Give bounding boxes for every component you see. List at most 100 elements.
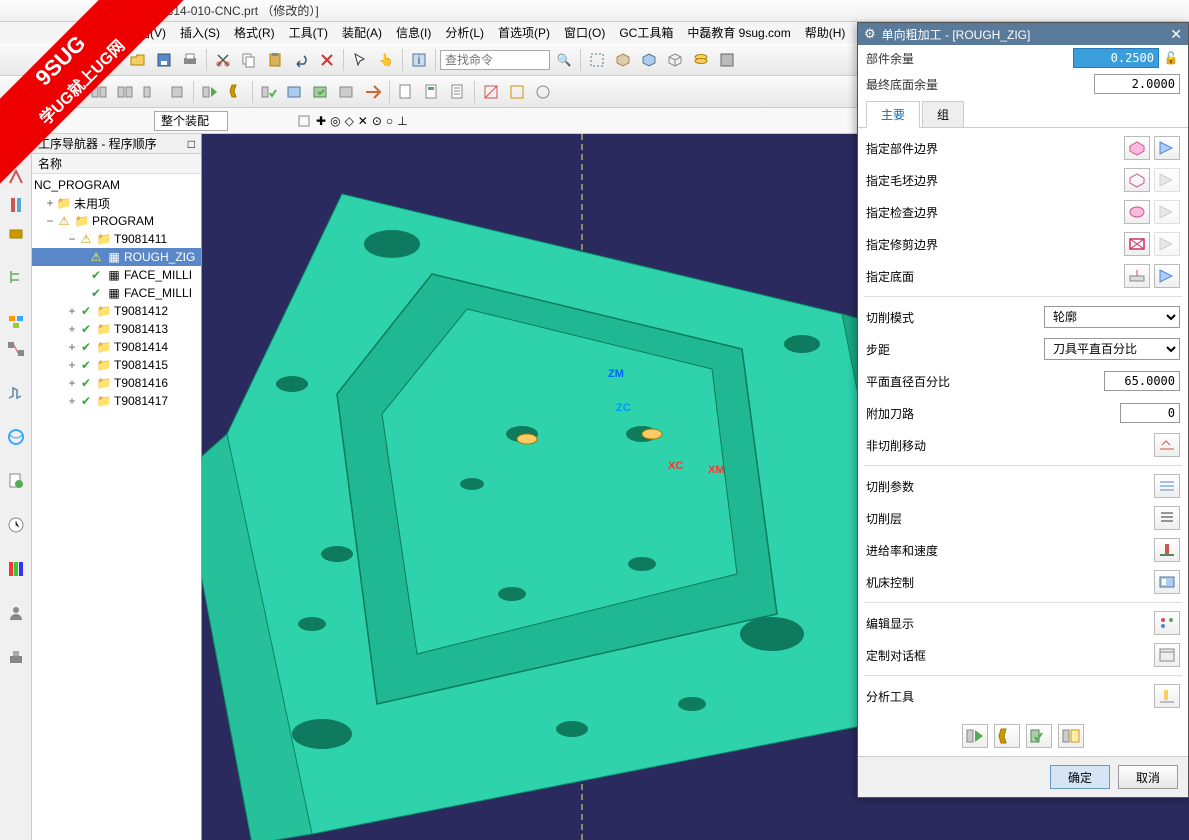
output-icon[interactable] (361, 80, 385, 104)
snap-tan-icon[interactable]: ○ (386, 114, 393, 128)
ipr-icon[interactable] (420, 80, 444, 104)
wireframe-icon[interactable] (663, 48, 687, 72)
new-icon[interactable] (100, 48, 124, 72)
cube-icon[interactable] (637, 48, 661, 72)
open-icon[interactable] (126, 48, 150, 72)
replay-icon[interactable] (283, 80, 307, 104)
nav-assembly-icon[interactable] (5, 310, 27, 332)
fit-icon[interactable] (585, 48, 609, 72)
cam-program-icon[interactable] (2, 80, 26, 104)
spec-trim-show-icon[interactable] (1154, 232, 1180, 256)
generate-path-icon[interactable] (962, 724, 988, 748)
spec-blank-select-icon[interactable] (1124, 168, 1150, 192)
tree-t1[interactable]: −⚠📁T9081411 (32, 230, 201, 248)
nav-clock-icon[interactable] (5, 514, 27, 536)
edit-disp-icon[interactable] (1154, 611, 1180, 635)
copy-icon[interactable] (237, 48, 261, 72)
snap-quad-icon[interactable]: ◇ (345, 114, 354, 128)
tab-group[interactable]: 组 (922, 101, 964, 127)
spec-trim-select-icon[interactable] (1124, 232, 1150, 256)
nav-tree-icon[interactable] (5, 266, 27, 288)
nav-part-icon[interactable] (5, 138, 27, 160)
noncut-icon[interactable] (1154, 433, 1180, 457)
spec-check-show-icon[interactable] (1154, 200, 1180, 224)
percent-input[interactable] (1104, 371, 1180, 391)
stepover-select[interactable]: 刀具平直百分比 (1044, 338, 1180, 360)
clip-icon[interactable] (715, 48, 739, 72)
generate-icon[interactable] (198, 80, 222, 104)
menu-analyze[interactable]: 分析(L) (439, 22, 490, 44)
cancel-button[interactable]: 取消 (1118, 765, 1178, 789)
search-icon[interactable]: 🔍 (552, 48, 576, 72)
nc-icon[interactable] (446, 80, 470, 104)
analyze-icon[interactable] (1154, 684, 1180, 708)
menu-format[interactable]: 格式(R) (228, 22, 281, 44)
shade-icon[interactable] (611, 48, 635, 72)
cam-tool-icon[interactable] (28, 80, 52, 104)
special-3-icon[interactable] (531, 80, 555, 104)
special-2-icon[interactable] (505, 80, 529, 104)
tree-program[interactable]: −⚠📁PROGRAM (32, 212, 201, 230)
menu-insert[interactable]: 插入(S) (174, 22, 226, 44)
pointer-icon[interactable] (348, 48, 372, 72)
spec-part-show-icon[interactable] (1154, 136, 1180, 160)
print-icon[interactable] (178, 48, 202, 72)
feed-speed-icon[interactable] (1154, 538, 1180, 562)
menu-help[interactable]: 帮助(H) (799, 22, 852, 44)
nav-mc-icon[interactable] (5, 194, 27, 216)
snap-center-icon[interactable]: ⊙ (372, 114, 382, 128)
nav-history-icon[interactable] (5, 470, 27, 492)
menu-view[interactable]: 视图(V) (120, 22, 172, 44)
create-op-icon[interactable] (87, 80, 111, 104)
special-1-icon[interactable] (479, 80, 503, 104)
post-icon[interactable] (335, 80, 359, 104)
menu-assembly[interactable]: 装配(A) (336, 22, 388, 44)
pin-icon[interactable]: □ (188, 134, 195, 154)
cut-pattern-select[interactable]: 轮廓 (1044, 306, 1180, 328)
save-icon[interactable] (152, 48, 176, 72)
tree-t4[interactable]: +✔📁T9081414 (32, 338, 201, 356)
spec-floor-show-icon[interactable] (1154, 264, 1180, 288)
snap-point-icon[interactable]: ✚ (316, 114, 326, 128)
menu-edu[interactable]: 中磊教育 9sug.com (681, 22, 796, 44)
ok-button[interactable]: 确定 (1050, 765, 1110, 789)
nav-machine-icon[interactable] (5, 646, 27, 668)
nav-op-icon[interactable] (5, 166, 27, 188)
cut-icon[interactable] (211, 48, 235, 72)
replay-path-icon[interactable] (994, 724, 1020, 748)
verify-path-icon[interactable] (1026, 724, 1052, 748)
tree-rough-zig[interactable]: ⚠▦ROUGH_ZIG (32, 248, 201, 266)
menu-tools[interactable]: 工具(T) (283, 22, 334, 44)
tree-t5[interactable]: +✔📁T9081415 (32, 356, 201, 374)
snap-int-icon[interactable]: ✕ (358, 114, 368, 128)
nav-reuse-icon[interactable] (5, 382, 27, 404)
snap-perp-icon[interactable]: ⊥ (397, 114, 407, 128)
create-geom-icon[interactable] (139, 80, 163, 104)
delete-icon[interactable] (315, 48, 339, 72)
tree-face2[interactable]: ✔▦FACE_MILLI (32, 284, 201, 302)
menu-window[interactable]: 窗口(O) (558, 22, 611, 44)
cut-level-icon[interactable] (1154, 506, 1180, 530)
undo-icon[interactable] (289, 48, 313, 72)
cam-geom-icon[interactable] (54, 80, 78, 104)
spec-floor-select-icon[interactable] (1124, 264, 1150, 288)
custom-dlg-icon[interactable] (1154, 643, 1180, 667)
nav-roles-icon[interactable] (5, 602, 27, 624)
tree-t6[interactable]: +✔📁T9081416 (32, 374, 201, 392)
snap-mid-icon[interactable]: ◎ (330, 114, 340, 128)
nav-constraint-icon[interactable] (5, 338, 27, 360)
properties-icon[interactable]: i (407, 48, 431, 72)
create-tool-icon[interactable] (113, 80, 137, 104)
spec-check-select-icon[interactable] (1124, 200, 1150, 224)
part-allowance-input[interactable] (1073, 48, 1159, 68)
layer-icon[interactable] (689, 48, 713, 72)
assembly-scope-dropdown[interactable]: 整个装配 (154, 111, 228, 131)
nav-palette-icon[interactable] (5, 558, 27, 580)
unlock-icon[interactable]: 🔓 (1162, 49, 1180, 67)
no-filter-icon[interactable] (40, 113, 56, 129)
create-method-icon[interactable] (165, 80, 189, 104)
edit-op-icon[interactable] (224, 80, 248, 104)
tree-unused[interactable]: +📁未用项 (32, 194, 201, 212)
tree-root[interactable]: NC_PROGRAM (32, 176, 201, 194)
menu-prefs[interactable]: 首选项(P) (492, 22, 556, 44)
